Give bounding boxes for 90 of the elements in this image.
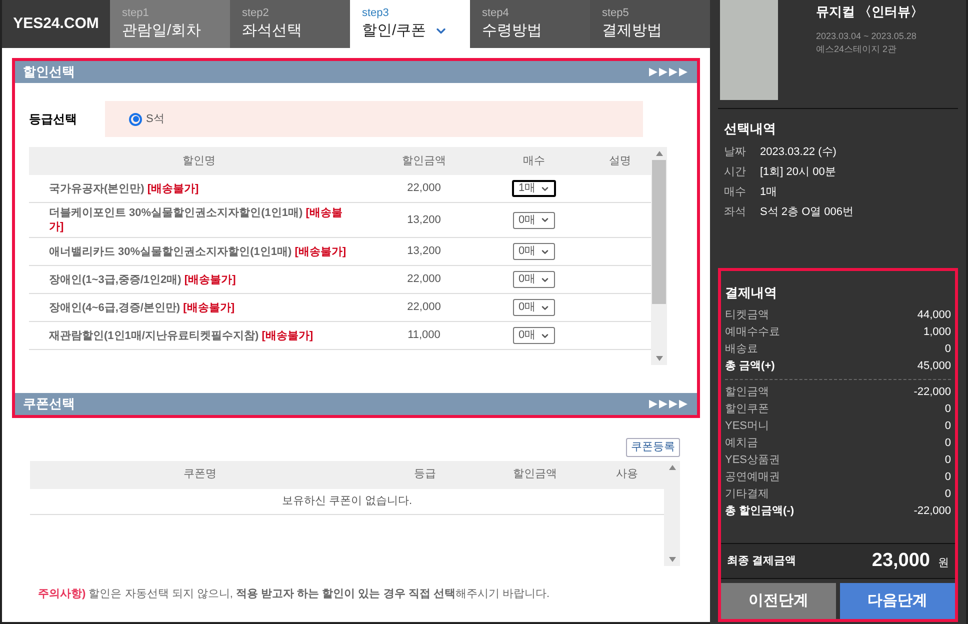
selection-label: 시간 [724,164,747,180]
column-header: 쿠폰명 [182,467,218,482]
discount-amount: 13,200 [406,212,442,228]
selection-label: 매수 [724,184,747,200]
payment-label: 티켓금액 [725,308,769,322]
currency-label: 원 [938,556,949,571]
section-title: 할인선택 [23,63,75,82]
column-header: 매수 [522,154,546,169]
selection-label: 날짜 [724,144,747,160]
payment-label: YES머니 [725,418,770,434]
discount-amount: 22,000 [406,181,442,196]
payment-label: 예치금 [725,436,758,450]
payment-value: 0 [944,402,951,416]
discount-name: 장애인(1~3급,중증/1인2매) [배송불가] [48,272,237,286]
payment-label: 기타결제 [725,486,769,502]
payment-value: 0 [944,342,951,356]
payment-label: 예매수수료 [725,324,780,340]
scrollbar[interactable] [664,460,680,566]
column-header: 설명 [608,154,632,169]
column-header: 할인명 [182,154,216,169]
notice-text: 주의사항) 할인은 자동선택 되지 않으니, 적용 받고자 하는 할인이 있는 경우 직접 선택해주시기 바랍니다. [38,586,550,602]
discount-amount: 13,200 [406,244,442,260]
final-amount-label: 최종 결제금액 [727,554,796,569]
scroll-down-icon[interactable] [656,356,662,361]
payment-label: 공연예매권 [725,470,780,484]
discount-amount: 22,000 [406,272,442,288]
next-step-button[interactable]: 다음단계 [840,583,955,619]
grade-radio[interactable]: S석 [129,110,164,128]
selection-label: 좌석 [724,204,747,220]
payment-value: -22,000 [914,504,951,518]
show-period: 2023.03.04 ~ 2023.05.28 [816,30,918,42]
selection-title: 선택내역 [724,120,777,138]
payment-label: 배송료 [725,342,758,356]
payment-label: 할인쿠폰 [725,402,769,416]
discount-amount: 22,000 [406,300,442,316]
column-header: 할인금액 [401,154,447,169]
section-title: 쿠폰선택 [23,395,75,414]
previous-step-button[interactable]: 이전단계 [721,583,836,619]
chevron-down-icon [540,215,550,225]
discount-name: 더블케이포인트 30%실물할인권소지자할인(1인1매) [배송불가] [48,206,344,234]
payment-value: 45,000 [917,358,951,374]
payment-value: -22,000 [914,384,951,400]
step-tab[interactable]: step1 관람일/회차 [110,0,230,48]
quantity-select[interactable]: 1매 [512,180,556,197]
discount-amount: 11,000 [406,328,442,344]
scroll-down-icon[interactable] [668,556,676,562]
arrow-markers: ▶▶▶▶ [649,64,689,80]
discount-name: 애너밸리카드 30%실물할인권소지자할인(1인1매) [배송불가] [48,244,348,258]
show-venue: 예스24스테이지 2관 [816,43,898,56]
discount-name: 국가유공자(본인만) [배송불가] [48,182,200,196]
step-tab[interactable]: step2 좌석선택 [230,0,350,48]
selection-value: S석 2층 O열 006번 [760,204,854,220]
discount-name: 장애인(4~6급,경증/본인만) [배송불가] [48,300,236,314]
payment-label: 총 할인금액(-) [725,504,794,518]
payment-value: 0 [944,486,951,502]
scroll-up-icon[interactable] [668,464,676,470]
quantity-select[interactable]: 0매 [513,212,555,228]
scroll-up-icon[interactable] [656,151,662,156]
discount-name: 재관람할인(1인1매/지난유료티켓필수지참) [배송불가] [48,328,314,342]
payment-value: 1,000 [923,324,951,340]
scrollbar[interactable] [651,147,667,365]
selection-value: [1회] 20시 00분 [760,164,836,180]
payment-label: 총 금액(+) [725,358,775,374]
scroll-thumb[interactable] [652,160,666,304]
grade-label: 등급선택 [29,111,78,128]
site-logo[interactable]: YES24.COM [2,0,110,48]
payment-title: 결제내역 [725,284,778,302]
final-amount: 23,000 [872,548,930,573]
payment-label: 할인금액 [725,384,769,400]
payment-value: 0 [944,418,951,434]
quantity-select[interactable]: 0매 [513,271,555,288]
column-header: 사용 [615,467,639,482]
quantity-select[interactable]: 0매 [513,243,555,260]
quantity-select[interactable]: 0매 [513,299,555,316]
empty-message: 보유하신 쿠폰이 없습니다. [282,494,412,509]
selection-value: 2023.03.22 (수) [760,144,836,160]
payment-label: YES상품권 [725,452,780,468]
payment-value: 44,000 [917,308,951,322]
payment-value: 0 [944,452,951,468]
step-tab[interactable]: step4 수령방법 [470,0,590,48]
payment-value: 0 [944,436,951,450]
quantity-select[interactable]: 0매 [513,327,555,344]
column-header: 등급 [413,467,437,482]
selection-value: 1매 [760,184,778,200]
column-header: 할인금액 [512,467,558,482]
arrow-markers: ▶▶▶▶ [649,396,689,412]
coupon-register-button[interactable]: 쿠폰등록 [626,438,680,456]
step-tab[interactable]: step5 결제방법 [590,0,710,48]
payment-value: 0 [944,470,951,484]
show-title: 뮤지컬 〈인터뷰〉 [816,3,924,21]
